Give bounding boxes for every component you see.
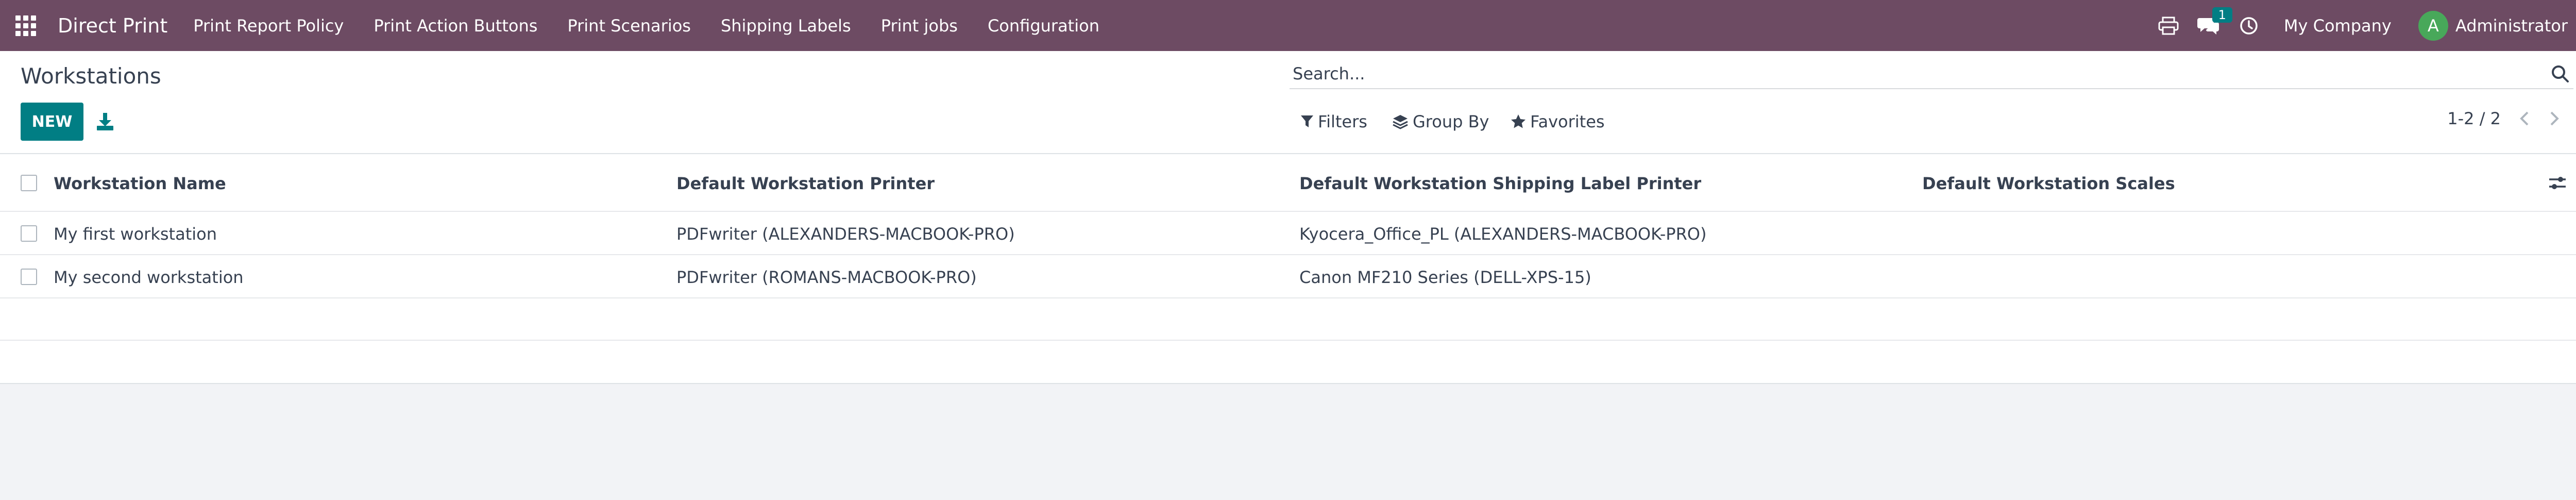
menu-shipping-labels[interactable]: Shipping Labels [721,16,851,36]
top-navbar: Direct Print Print Report Policy Print A… [0,0,2576,51]
empty-row [0,341,2576,383]
menu-print-action-buttons[interactable]: Print Action Buttons [374,16,537,36]
empty-row [0,298,2576,341]
pager-value[interactable]: 1-2 / 2 [2447,109,2501,128]
column-header-default-printer[interactable]: Default Workstation Printer [676,174,935,193]
messages-badge: 1 [2212,7,2232,23]
favorites-button[interactable]: Favorites [1511,112,1605,131]
navbar-systray: 1 My Company A Administrator [2141,0,2568,51]
column-header-scales[interactable]: Default Workstation Scales [1922,174,2175,193]
favorites-label: Favorites [1530,112,1605,131]
cell-workstation-name[interactable]: My second workstation [54,268,244,287]
search-bar [1290,59,2573,89]
user-menu[interactable]: Administrator [2455,16,2568,36]
table-row[interactable]: My first workstation PDFwriter (ALEXANDE… [0,212,2576,255]
filter-icon [1301,115,1313,127]
cell-default-printer[interactable]: PDFwriter (ALEXANDERS-MACBOOK-PRO) [676,224,1015,244]
new-button[interactable]: NEW [21,103,83,141]
pager: 1-2 / 2 [2447,109,2561,128]
search-input[interactable] [1293,62,2519,85]
chat-icon[interactable]: 1 [2196,7,2232,38]
select-all-checkbox[interactable] [21,175,37,191]
table-header-row: Workstation Name Default Workstation Pri… [0,154,2576,212]
apps-grid-icon[interactable] [15,15,36,36]
menu-print-jobs[interactable]: Print jobs [881,16,958,36]
app-title[interactable]: Direct Print [58,14,167,37]
cell-workstation-name[interactable]: My first workstation [54,224,217,244]
group-by-label: Group By [1413,112,1489,131]
workstations-table: Workstation Name Default Workstation Pri… [0,154,2576,384]
layers-icon [1393,115,1408,129]
search-icon[interactable] [2551,64,2569,83]
optional-columns-icon[interactable] [2547,173,2568,193]
menu-print-scenarios[interactable]: Print Scenarios [567,16,691,36]
chevron-left-icon[interactable] [2518,111,2531,126]
menu-configuration[interactable]: Configuration [988,16,1099,36]
clock-icon[interactable] [2236,13,2261,38]
row-checkbox[interactable] [21,269,37,285]
cell-shipping-label-printer[interactable]: Canon MF210 Series (DELL-XPS-15) [1299,268,1591,287]
filters-label: Filters [1318,112,1367,131]
control-panel: Workstations NEW Filters Group By Favo [0,51,2576,154]
company-switcher[interactable]: My Company [2284,16,2392,36]
group-by-button[interactable]: Group By [1392,112,1489,131]
star-icon [1511,114,1526,128]
avatar[interactable]: A [2418,10,2448,41]
table-row[interactable]: My second workstation PDFwriter (ROMANS-… [0,255,2576,298]
column-header-shipping-label-printer[interactable]: Default Workstation Shipping Label Print… [1299,174,1701,193]
page-title: Workstations [21,63,161,89]
download-icon[interactable] [96,112,114,131]
chevron-right-icon[interactable] [2548,111,2561,126]
column-header-workstation-name[interactable]: Workstation Name [54,174,226,193]
cell-shipping-label-printer[interactable]: Kyocera_Office_PL (ALEXANDERS-MACBOOK-PR… [1299,224,1706,244]
menu-print-report-policy[interactable]: Print Report Policy [193,16,344,36]
cell-default-printer[interactable]: PDFwriter (ROMANS-MACBOOK-PRO) [676,268,977,287]
row-checkbox[interactable] [21,225,37,242]
filters-button[interactable]: Filters [1300,112,1367,131]
printer-icon[interactable] [2156,13,2181,38]
